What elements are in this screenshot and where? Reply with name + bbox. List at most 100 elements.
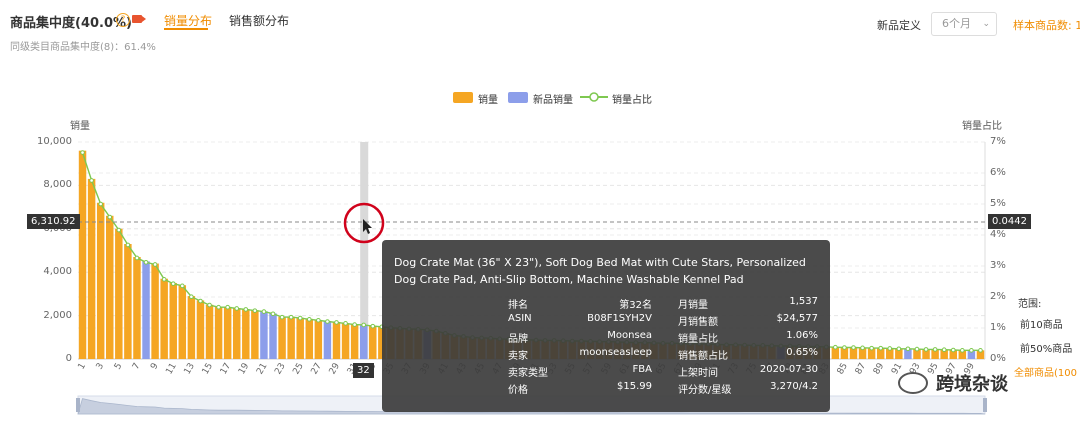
bar	[169, 283, 177, 359]
share-point	[170, 281, 176, 286]
y2-tick-label: 5%	[990, 198, 1006, 209]
share-point	[279, 314, 285, 320]
bar	[260, 311, 268, 359]
y-tick-label: 2,000	[43, 309, 72, 321]
share-point	[932, 347, 938, 352]
bar	[178, 285, 187, 359]
share-point	[198, 298, 203, 304]
share-point	[180, 283, 185, 289]
tooltip-value: moonseasleep	[579, 347, 652, 358]
bar	[223, 306, 232, 359]
share-point	[878, 345, 883, 351]
scope-top50-option[interactable]: 前50%商品	[1020, 340, 1072, 355]
tooltip-value: 0.65%	[786, 347, 818, 358]
share-point	[261, 309, 267, 314]
x-tick-label: 89	[872, 361, 887, 376]
share-point	[343, 321, 348, 326]
share-point	[161, 277, 167, 282]
tooltip-value: 1,537	[789, 296, 818, 307]
bar	[232, 308, 241, 359]
x-tick-label: 23	[273, 362, 287, 377]
crosshair-right-value: 0.0442	[988, 214, 1031, 229]
x-tick-label: 11	[164, 362, 178, 377]
share-point	[116, 227, 122, 233]
tooltip-value: B08F1SYH2V	[587, 313, 652, 324]
zoom-handle-right[interactable]	[983, 398, 987, 412]
bar	[196, 300, 205, 359]
share-point	[306, 317, 312, 322]
share-point	[270, 311, 276, 317]
y2-tick-label: 1%	[990, 322, 1006, 333]
x-tick-label: 87	[854, 362, 868, 377]
bar	[160, 278, 168, 359]
x-tick-label: 27	[310, 362, 324, 377]
tooltip-value: $24,577	[776, 313, 818, 324]
scope-top10-option[interactable]: 前10商品	[1020, 316, 1063, 331]
x-tick-label: 25	[291, 362, 305, 377]
x-tick-label: 7	[131, 362, 143, 372]
bar	[332, 322, 341, 359]
bar	[78, 150, 87, 359]
share-point	[98, 201, 103, 207]
share-point	[297, 315, 303, 321]
share-point	[887, 346, 893, 351]
share-point	[869, 345, 874, 351]
y2-tick-label: 3%	[990, 260, 1006, 271]
watermark-text: 跨境杂谈	[936, 374, 1008, 395]
crosshair-left-value: 6,310.92	[27, 214, 80, 229]
bar	[96, 202, 105, 359]
share-point	[125, 242, 131, 248]
share-point	[960, 348, 965, 353]
share-point	[252, 308, 258, 313]
x-tick-label: 29	[328, 361, 343, 376]
tooltip-key: 月销量	[678, 300, 708, 311]
y-tick-label: 0	[65, 353, 72, 364]
x-tick-label: 13	[183, 362, 197, 377]
tooltip-key: 上架时间	[678, 368, 718, 379]
y2-tick-label: 4%	[990, 229, 1006, 240]
bar	[287, 316, 295, 359]
zoom-handle-left[interactable]	[76, 398, 80, 412]
bar	[115, 228, 123, 359]
share-point	[216, 304, 221, 310]
share-point	[234, 306, 240, 311]
bar	[314, 319, 323, 359]
share-point	[905, 346, 911, 352]
share-point	[316, 317, 321, 323]
tooltip-value: 1.06%	[786, 330, 818, 341]
x-tick-label: 17	[219, 362, 233, 377]
bar	[305, 318, 314, 359]
tooltip-key: 卖家	[508, 351, 528, 362]
wechat-icon	[898, 372, 928, 394]
tooltip-value: $15.99	[617, 381, 652, 392]
x-tick-label: 1	[77, 362, 89, 372]
tooltip-key: 销量占比	[678, 334, 718, 345]
share-point	[896, 346, 902, 352]
bar	[187, 296, 196, 359]
x-tick-label: 85	[836, 362, 850, 377]
share-point	[941, 347, 947, 353]
tooltip-key: 销售额占比	[678, 351, 728, 362]
tooltip-key: 月销售额	[678, 317, 718, 328]
crosshair-x-label: 32	[353, 363, 374, 378]
share-point	[923, 347, 929, 352]
bar	[87, 178, 96, 359]
bar	[296, 317, 304, 359]
tooltip-key: ASIN	[508, 313, 532, 324]
share-point	[978, 348, 983, 353]
share-point	[80, 150, 85, 155]
y-tick-label: 10,000	[37, 136, 72, 147]
scope-all-option[interactable]: 全部商品(100	[1014, 364, 1077, 379]
share-point	[325, 319, 330, 324]
share-point	[143, 259, 149, 265]
share-point	[225, 304, 230, 310]
x-tick-label: 19	[237, 361, 252, 376]
tooltip-value: Moonsea	[607, 330, 652, 341]
bar	[133, 257, 141, 359]
share-point	[134, 255, 140, 261]
x-tick-label: 9	[149, 361, 161, 371]
share-point	[361, 322, 367, 328]
x-tick-label: 15	[201, 362, 215, 377]
y2-tick-label: 2%	[990, 291, 1006, 302]
tooltip-key: 排名	[508, 300, 528, 311]
